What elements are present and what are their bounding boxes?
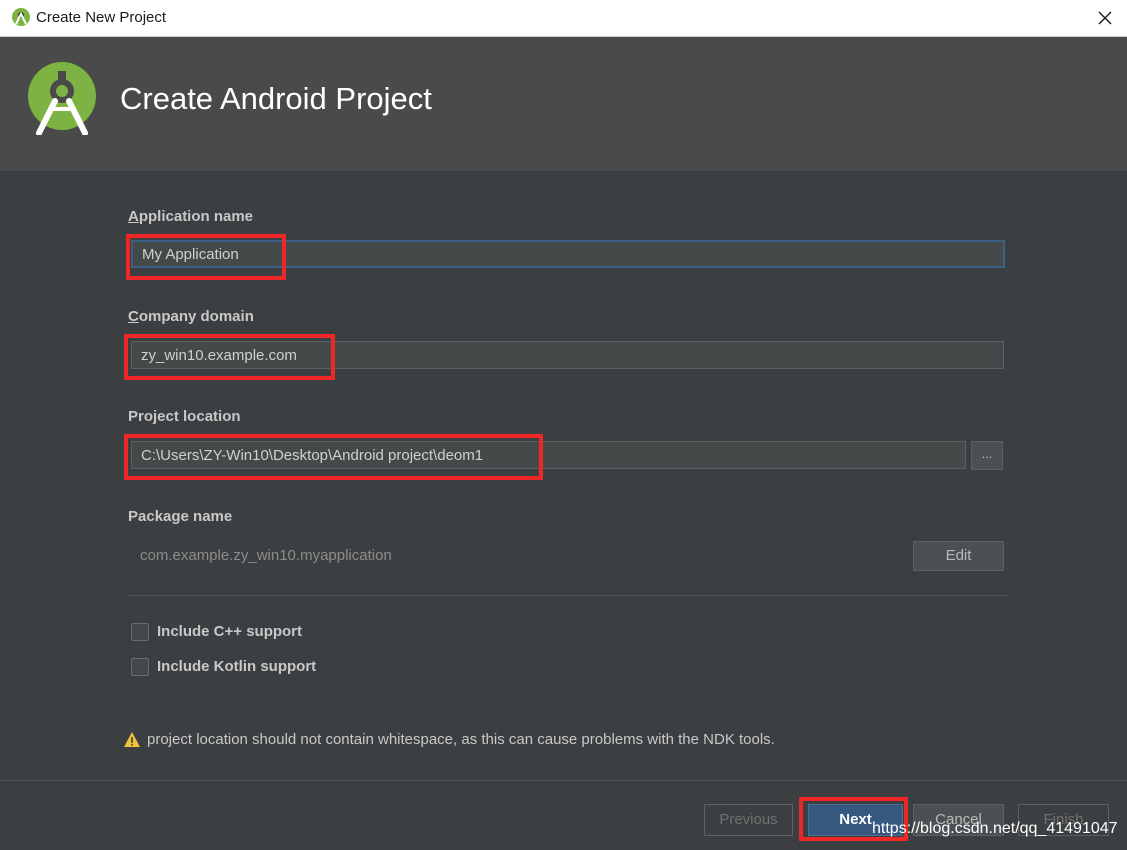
checkbox-box[interactable] xyxy=(131,623,149,641)
watermark: https://blog.csdn.net/qq_41491047 xyxy=(872,820,1118,837)
package-name-value: com.example.zy_win10.myapplication xyxy=(140,547,392,564)
section-divider xyxy=(128,595,1007,596)
android-studio-logo xyxy=(28,62,96,135)
whitespace-warning: project location should not contain whit… xyxy=(147,731,775,748)
checkbox-box[interactable] xyxy=(131,658,149,676)
window-title: Create New Project xyxy=(36,9,167,26)
browse-button[interactable]: ... xyxy=(971,441,1003,470)
cpp-support-label: Include C++ support xyxy=(157,623,303,640)
annotation-highlight xyxy=(126,234,286,280)
dialog-header: Create Android Project xyxy=(0,37,1127,171)
warning-icon xyxy=(124,732,140,747)
project-location-label: Project location xyxy=(128,408,241,425)
edit-package-button[interactable]: Edit xyxy=(913,541,1004,571)
android-studio-icon xyxy=(12,8,30,26)
annotation-highlight xyxy=(124,434,543,480)
kotlin-support-label: Include Kotlin support xyxy=(157,658,317,675)
annotation-highlight xyxy=(124,334,335,380)
footer-divider xyxy=(0,780,1127,781)
package-name-label: Package name xyxy=(128,508,233,525)
previous-button[interactable]: Previous xyxy=(704,804,793,836)
company-domain-label: Company domain xyxy=(128,308,254,325)
app-name-label: Application name xyxy=(128,208,254,225)
window-titlebar: Create New Project xyxy=(0,0,1127,37)
page-title: Create Android Project xyxy=(120,81,432,116)
close-icon[interactable] xyxy=(1091,4,1119,32)
